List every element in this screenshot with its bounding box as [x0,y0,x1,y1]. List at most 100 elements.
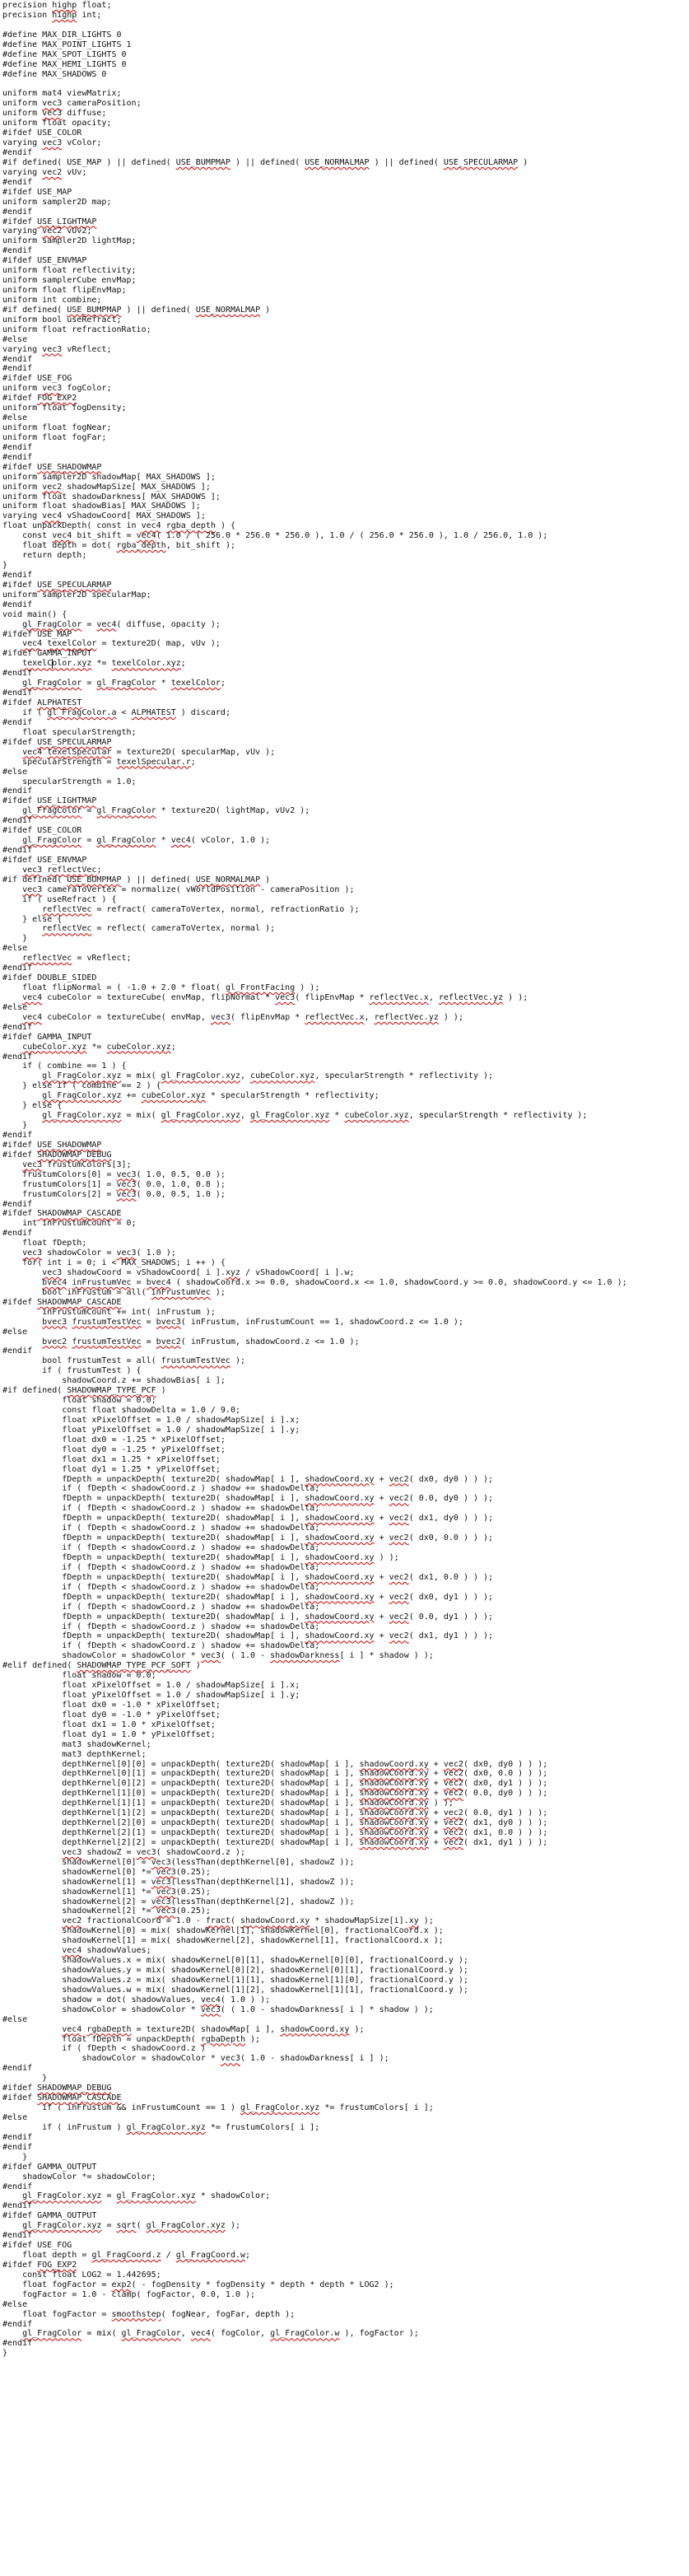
spell-error-token: texelSpecular.r [116,757,191,767]
spell-error-token: texelColor.xyz [22,659,92,669]
spell-error-token: shadowCoord.xy [359,1828,429,1837]
spell-error-token: shadowCoord.xy [240,1916,310,1926]
spell-error-token: gl_FragColor.xyz [116,2191,196,2201]
spell-error-token: vec2 [389,1572,409,1582]
code-line: #endif [2,570,33,580]
code-line: depthKernel[2][1] = unpackDepth( texture… [2,1828,548,1837]
code-line: float unpackDepth( const in vec4 rgba_de… [2,521,236,531]
code-line: #ifdef DOUBLE_SIDED [2,973,97,983]
code-line: vec4 cubeColor = textureCube( envMap, ve… [22,1012,463,1022]
code-line: #endif [2,2339,33,2349]
spell-error-token: vec4 [22,639,43,649]
code-line: #else [2,334,28,344]
code-line: #ifdef USE_ENVMAP [2,855,87,865]
code-line: uniform float flipEnvMap; [2,286,127,295]
spell-error-token: USE_NORMALMAP [195,875,261,884]
spell-error-token: vec3 [22,884,43,894]
code-line: uniform float fogDensity; [2,404,127,413]
code-line: shadowKernel[0] = vec3(lessThan(depthKer… [2,1857,355,1867]
spell-error-token: vec3 [156,1906,176,1916]
code-line: vec2 fractionalCoord = 1.0 - fract( shad… [62,1916,434,1926]
code-line: gl_FragColor.xyz = sqrt( gl_FragColor.xy… [22,2221,241,2231]
code-line: fDepth = unpackDepth( texture2D( shadowM… [2,1474,494,1484]
spell-error-token: gl_FragColor.xyz [250,1111,330,1121]
spell-error-token: gl_FragCoord.z [91,2251,161,2260]
code-line: float dy0 = -1.0 * yPixelOffset; [2,1710,221,1720]
code-line: uniform vec2 shadowMapSize[ MAX_SHADOWS … [2,482,211,492]
code-line: float fogFactor = exp2( - fogDensity * f… [2,2280,394,2289]
code-line: reflectVec = refract( cameraToVertex, no… [42,904,360,914]
code-line: varying vec3 vReflect; [2,344,112,354]
spell-error-token: vec4 [200,1995,221,2004]
code-line: float dy0 = -1.25 * yPixelOffset; [2,1444,226,1454]
code-line: frustumColors[2] = vec3( 0.0, 0.5, 1.0 )… [2,1189,226,1199]
code-line: #if defined( SHADOWMAP_TYPE_PCF ) [2,1386,166,1396]
spell-error-token: vec3 [136,1847,156,1857]
spell-error-token: vec3 [42,109,63,119]
code-line: specularStrength = texelSpecular.r; [2,757,196,767]
code-line: #endif [2,207,33,217]
code-line: #endif [2,2319,33,2329]
spell-error-token: gl_FragColor.xyz [22,2191,102,2201]
spell-error-token: USE_SPECULARMAP [443,157,519,167]
spell-error-token: shadowCoord.xy [305,1572,375,1582]
code-line: if ( frustumTest ) { [2,1366,142,1376]
spell-error-token: vec3 [22,1248,43,1258]
code-line: gl_FragColor.xyz += cubeColor.xyz * spec… [42,1091,379,1101]
code-line: fDepth = unpackDepth( texture2D( shadowM… [2,1552,399,1562]
code-line: float dx0 = -1.0 * xPixelOffset; [2,1700,221,1710]
code-line: #endif [2,452,33,462]
code-line: uniform float opacity; [2,119,112,128]
spell-error-token: vec3 [42,1268,63,1277]
spell-error-token: vec4 [22,1012,43,1022]
code-line: depthKernel[0][1] = unpackDepth( texture… [2,1769,548,1779]
spell-error-token: inFrustumVec [72,1277,132,1287]
code-line: #if defined( USE_BUMPMAP ) || defined( U… [2,875,271,884]
code-line: float dx1 = 1.0 * xPixelOffset; [2,1720,216,1729]
code-line: if ( fDepth < shadowCoord.z ) shadow += … [2,1602,320,1612]
spell-error-token: vec2 [443,1789,463,1799]
code-line: if ( combine == 1 ) { [2,1062,127,1071]
spell-error-token: vec2 [389,1474,409,1484]
code-line: shadowColor = shadowColor * vec3( ( 1.0 … [2,2004,434,2014]
code-line: depthKernel[1][2] = unpackDepth( texture… [2,1808,548,1818]
code-line: #ifdef USE_FOG [2,374,72,384]
spell-error-token: sqrt [116,2221,137,2231]
code-line: #if defined( USE_BUMPMAP ) || defined( U… [2,305,271,315]
spell-error-token: gl_FragColor.xyz [42,1071,122,1081]
code-line: vec3 reflectVec; [22,865,102,875]
code-line: } [2,2349,8,2359]
code-line: #endif [2,364,33,374]
code-line: varying vec3 vColor; [2,138,102,147]
code-line: if ( useRefract ) { [2,894,117,904]
code-line: #ifdef USE_LIGHTMAP [2,796,97,806]
code-line: #endif [2,177,33,187]
code-line: #endif [2,2142,33,2152]
spell-error-token: USE_BUMPMAP [67,305,122,315]
spell-error-token: reflectVec.yz [374,1012,439,1022]
code-line: #elif defined( SHADOWMAP_TYPE_PCF_SOFT ) [2,1661,201,1671]
code-line: gl_FragColor.xyz = gl_FragColor.xyz * sh… [22,2191,271,2201]
code-line: cubeColor.xyz *= cubeColor.xyz; [22,1042,176,1052]
code-line: #endif [2,1131,33,1140]
code-line: vec3 cameraToVertex = normalize( vWorldP… [22,884,355,894]
code-line: if ( fDepth < shadowCoord.z ) shadow += … [2,1562,320,1572]
spell-error-token: vec4 [62,1946,82,1956]
spell-error-token: gl_FrontFacing [225,983,296,992]
spell-error-token: vec2 [42,226,63,236]
code-line: #ifdef SHADOWMAP_CASCADE [2,1297,122,1307]
spell-error-token: vec3 [116,1248,137,1258]
code-line: float dy1 = 1.0 * yPixelOffset; [2,1729,216,1739]
code-line: #endif [2,1199,33,1209]
code-line: } else if ( combine == 2 ) { [2,1081,161,1091]
spell-error-token: SHADOWMAP_DEBUG [37,2084,112,2093]
code-line: #endif [2,717,33,727]
code-line: #ifdef USE_FOG [2,2241,72,2250]
code-editor[interactable]: precision highp float; precision highp in… [0,0,689,2576]
spell-error-token: vec3 [156,1867,176,1877]
code-line: depthKernel[2][0] = unpackDepth( texture… [2,1818,548,1827]
code-line: uniform bool useRefract; [2,315,122,324]
text-cursor [52,659,54,670]
code-line: #else [2,1002,28,1012]
code-line: uniform vec3 fogColor; [2,384,112,394]
